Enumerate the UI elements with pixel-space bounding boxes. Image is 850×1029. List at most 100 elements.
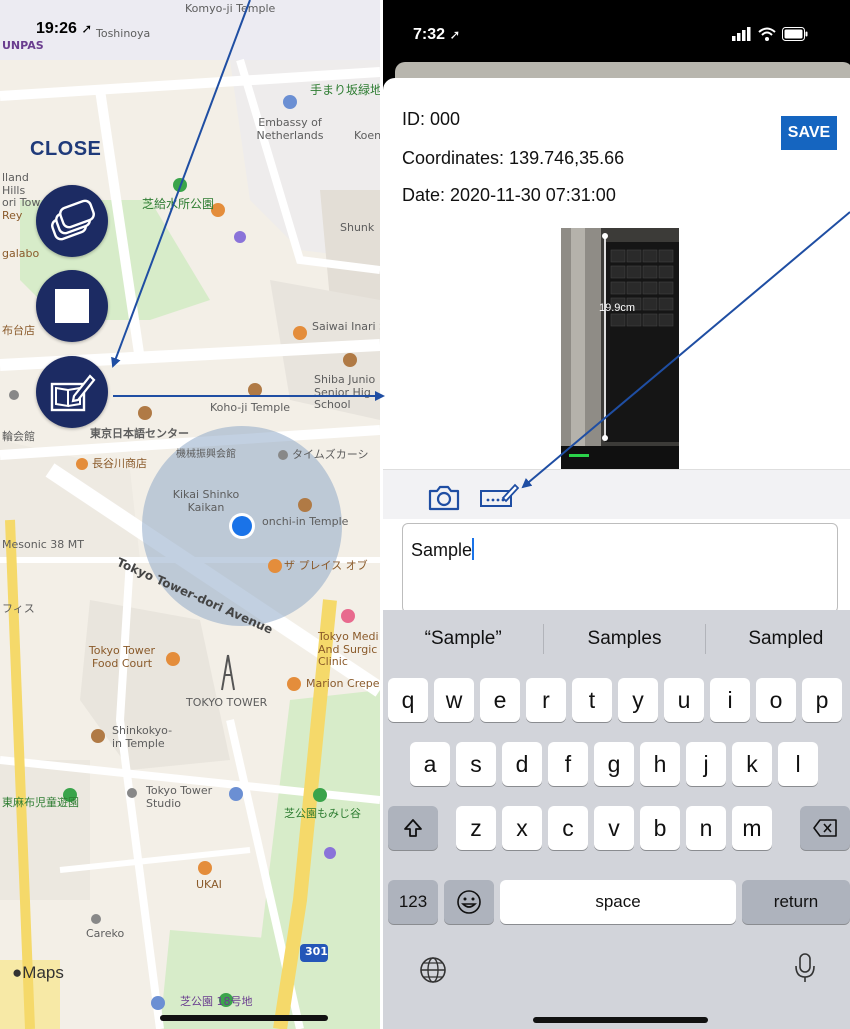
key-b[interactable]: b bbox=[640, 806, 680, 850]
location-arrow-icon: ➚ bbox=[449, 27, 461, 42]
globe-icon[interactable] bbox=[418, 955, 448, 985]
map-label: galabo bbox=[2, 247, 40, 260]
memo-button[interactable] bbox=[36, 356, 108, 428]
apple-icon: ● bbox=[12, 963, 23, 982]
key-l[interactable]: l bbox=[778, 742, 818, 786]
map-label: タイムズカーシ bbox=[292, 448, 369, 461]
key-x[interactable]: x bbox=[502, 806, 542, 850]
backspace-icon bbox=[813, 819, 837, 837]
suggestion-item[interactable]: “Sample” bbox=[383, 628, 543, 650]
record-photo[interactable]: 19.9cm bbox=[561, 228, 679, 469]
status-time: 19:26 ➚ bbox=[36, 20, 92, 38]
key-w[interactable]: w bbox=[434, 678, 474, 722]
return-key[interactable]: return bbox=[742, 880, 850, 924]
map-label: 芝公園 18号地 bbox=[180, 995, 253, 1008]
photo-image bbox=[561, 228, 679, 469]
layers-icon bbox=[51, 199, 95, 241]
map-label: Mesonic 38 MT bbox=[2, 538, 84, 551]
key-z[interactable]: z bbox=[456, 806, 496, 850]
location-arrow-icon: ➚ bbox=[81, 21, 93, 36]
map-label: Kikai Shinko Kaikan bbox=[172, 488, 240, 514]
keyboard-pen-icon[interactable] bbox=[479, 482, 519, 510]
status-time: 7:32 ➚ bbox=[413, 26, 460, 44]
stop-button[interactable] bbox=[36, 270, 108, 342]
screenshot-composite: Komyo-ji Temple UNPAS Toshinoya 手まり坂緑地 E… bbox=[0, 0, 850, 1029]
key-s[interactable]: s bbox=[456, 742, 496, 786]
key-g[interactable]: g bbox=[594, 742, 634, 786]
close-button[interactable]: CLOSE bbox=[30, 138, 101, 161]
key-d[interactable]: d bbox=[502, 742, 542, 786]
map-label: フィス bbox=[2, 602, 35, 615]
key-y[interactable]: y bbox=[618, 678, 658, 722]
key-o[interactable]: o bbox=[756, 678, 796, 722]
map-label: Tokyo Tower Studio bbox=[146, 784, 213, 810]
note-text: Sample bbox=[411, 540, 473, 560]
map-label: Koen bbox=[354, 129, 380, 142]
map-label: Careko bbox=[86, 927, 125, 940]
suggestion-item[interactable]: Samples bbox=[544, 628, 704, 650]
map-label: Rey bbox=[2, 209, 23, 222]
key-a[interactable]: a bbox=[410, 742, 450, 786]
microphone-icon[interactable] bbox=[793, 952, 817, 984]
status-time-text: 7:32 bbox=[413, 26, 446, 43]
maps-brand: ●Maps bbox=[12, 963, 64, 983]
map-label: onchi-in Temple bbox=[262, 515, 349, 528]
key-r[interactable]: r bbox=[526, 678, 566, 722]
key-c[interactable]: c bbox=[548, 806, 588, 850]
key-n[interactable]: n bbox=[686, 806, 726, 850]
save-button[interactable]: SAVE bbox=[781, 116, 837, 150]
home-indicator[interactable] bbox=[160, 1015, 328, 1021]
numbers-key[interactable]: 123 bbox=[388, 880, 438, 924]
map-label: TOKYO TOWER bbox=[186, 696, 268, 709]
map-label: 布台店 bbox=[2, 324, 35, 337]
map-label: Embassy of Netherlands bbox=[256, 116, 324, 142]
emoji-icon bbox=[457, 890, 481, 914]
note-text-field[interactable]: Sample bbox=[402, 523, 838, 613]
key-j[interactable]: j bbox=[686, 742, 726, 786]
key-k[interactable]: k bbox=[732, 742, 772, 786]
status-icons bbox=[732, 27, 808, 41]
space-key[interactable]: space bbox=[500, 880, 736, 924]
shift-key[interactable] bbox=[388, 806, 438, 850]
map-label: Marion Crepe bbox=[306, 677, 380, 690]
record-id: ID: 000 bbox=[402, 109, 461, 129]
map-label: 輪会館 bbox=[2, 430, 35, 443]
shift-icon bbox=[404, 819, 422, 837]
keyboard: “Sample” Samples Sampled q w e r t y u i… bbox=[383, 610, 850, 1029]
map-label: UKAI bbox=[196, 878, 222, 891]
detail-screen: 7:32 ➚ ID: 000 Coordinates: 139.746,35.6… bbox=[383, 0, 850, 1029]
layers-button[interactable] bbox=[36, 185, 108, 257]
map-label: 東京日本語センター bbox=[90, 427, 189, 440]
map-label: 芝給水所公園 bbox=[142, 197, 215, 211]
suggestion-bar: “Sample” Samples Sampled bbox=[383, 610, 850, 668]
map-label: Tokyo Tower Food Court bbox=[88, 644, 156, 670]
key-m[interactable]: m bbox=[732, 806, 772, 850]
status-time-text: 19:26 bbox=[36, 20, 77, 37]
key-q[interactable]: q bbox=[388, 678, 428, 722]
backspace-key[interactable] bbox=[800, 806, 850, 850]
photo-measure-label: 19.9cm bbox=[599, 302, 636, 314]
key-h[interactable]: h bbox=[640, 742, 680, 786]
map-label: UNPAS bbox=[2, 39, 44, 52]
key-i[interactable]: i bbox=[710, 678, 750, 722]
map-label: Koho-ji Temple bbox=[210, 401, 291, 414]
key-e[interactable]: e bbox=[480, 678, 520, 722]
map-label: Shinkokyo- in Temple bbox=[112, 724, 173, 750]
key-v[interactable]: v bbox=[594, 806, 634, 850]
key-u[interactable]: u bbox=[664, 678, 704, 722]
key-f[interactable]: f bbox=[548, 742, 588, 786]
map-label: Tokyo Medi And Surgic Clinic bbox=[318, 630, 379, 669]
map-label: Komyo-ji Temple bbox=[185, 2, 276, 15]
suggestion-item[interactable]: Sampled bbox=[706, 628, 850, 650]
home-indicator[interactable] bbox=[533, 1017, 708, 1023]
key-p[interactable]: p bbox=[802, 678, 842, 722]
map-label: 東麻布児童遊園 bbox=[2, 796, 79, 809]
camera-icon[interactable] bbox=[427, 484, 461, 512]
map-label: lland Hills ori Tow bbox=[2, 171, 41, 210]
battery-icon bbox=[782, 27, 808, 41]
record-date: Date: 2020-11-30 07:31:00 bbox=[402, 185, 616, 205]
key-t[interactable]: t bbox=[572, 678, 612, 722]
emoji-key[interactable] bbox=[444, 880, 494, 924]
map-label: Toshinoya bbox=[96, 27, 151, 40]
record-coordinates: Coordinates: 139.746,35.66 bbox=[402, 148, 625, 168]
